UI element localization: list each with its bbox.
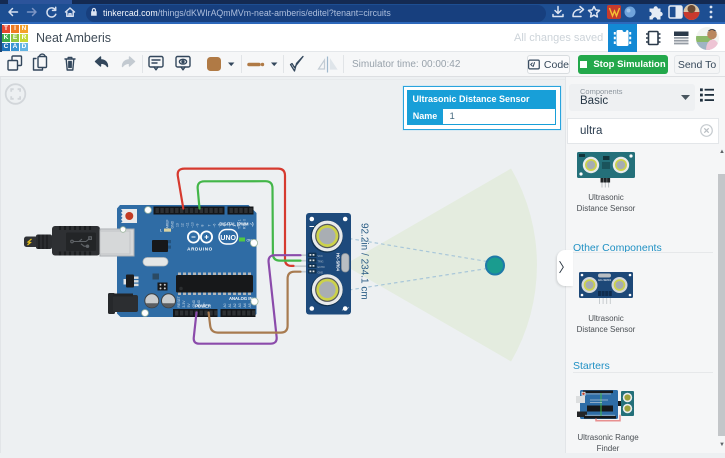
svg-text:92.2in / 234.1 cm: 92.2in / 234.1 cm <box>359 223 370 300</box>
svg-text:~9: ~9 <box>196 224 200 228</box>
svg-text:ON: ON <box>247 239 253 243</box>
svg-text:GND: GND <box>171 220 175 228</box>
svg-text:ECHO: ECHO <box>318 266 325 269</box>
svg-text:UNO: UNO <box>220 235 236 242</box>
svg-text:ARDUINO: ARDUINO <box>187 247 213 252</box>
svg-text:RESET: RESET <box>177 296 181 307</box>
svg-text:ANALOG IN: ANALOG IN <box>229 296 253 301</box>
svg-text:7: 7 <box>208 225 212 227</box>
svg-text:~10: ~10 <box>191 222 195 228</box>
svg-text:A5: A5 <box>248 303 252 307</box>
svg-text:A4: A4 <box>243 303 247 307</box>
svg-text:A3: A3 <box>238 303 242 307</box>
svg-text:A1: A1 <box>228 303 232 307</box>
svg-text:AREF: AREF <box>166 219 170 228</box>
svg-text:12: 12 <box>181 223 185 227</box>
svg-text:~6: ~6 <box>213 224 217 228</box>
svg-text:A2: A2 <box>233 303 237 307</box>
svg-text:HC-SR04: HC-SR04 <box>336 253 341 272</box>
svg-text:HC-SR04: HC-SR04 <box>598 278 611 282</box>
svg-text:DIGITAL (PWM ~): DIGITAL (PWM ~) <box>219 222 254 227</box>
svg-text:L: L <box>160 229 162 233</box>
svg-text:TRIG: TRIG <box>318 261 324 264</box>
svg-text:13: 13 <box>176 223 180 227</box>
svg-text:VCC: VCC <box>318 255 323 258</box>
svg-text:POWER: POWER <box>195 304 211 309</box>
svg-text:3.3V: 3.3V <box>182 300 186 308</box>
svg-text:~11: ~11 <box>186 222 190 228</box>
svg-text:5V: 5V <box>187 303 191 308</box>
svg-text:A0: A0 <box>223 303 227 307</box>
svg-text:GND: GND <box>318 272 324 275</box>
svg-text:8: 8 <box>201 225 205 227</box>
